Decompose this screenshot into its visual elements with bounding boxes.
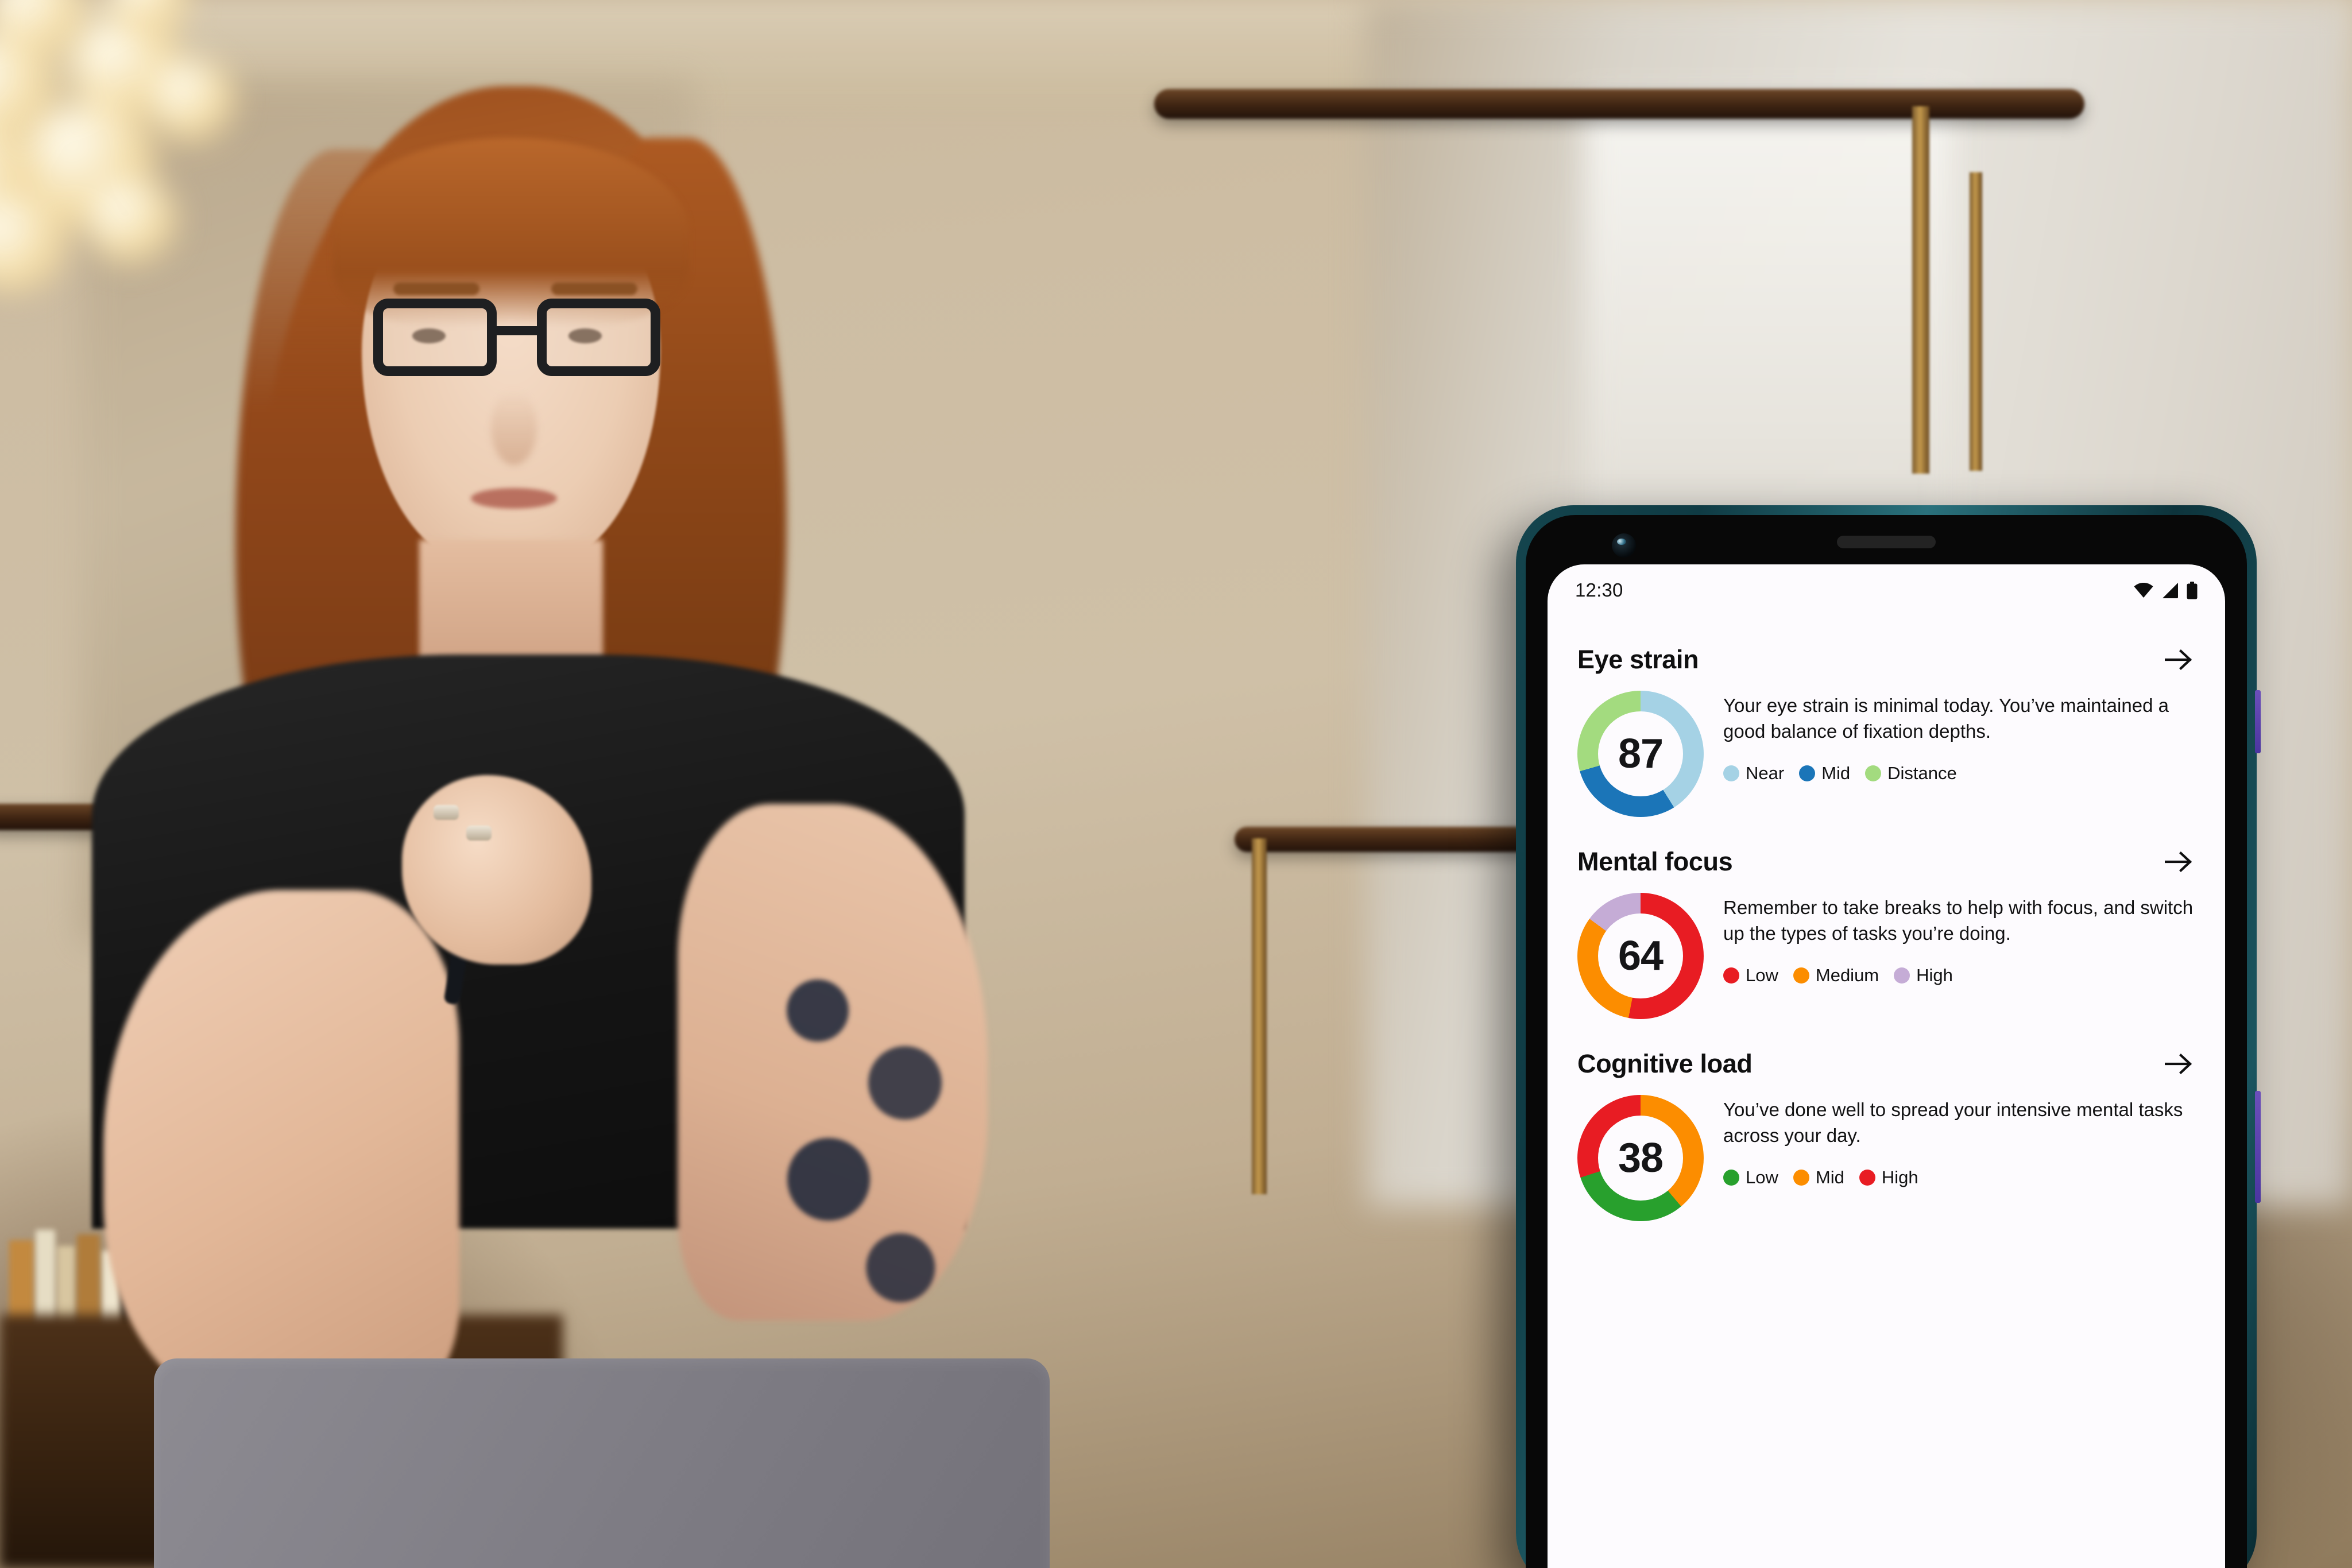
legend-color-dot [1793, 967, 1809, 984]
legend-item: Low [1723, 965, 1778, 986]
volume-button[interactable] [2255, 1091, 2261, 1203]
legend-label: High [1881, 1167, 1918, 1187]
legend-label: Low [1746, 965, 1778, 985]
legend-item: Mid [1793, 1167, 1844, 1188]
barre-post-2 [1970, 172, 1982, 471]
mouth [471, 488, 557, 509]
barre-post-1 [1912, 106, 1929, 474]
cellular-signal-icon [2163, 582, 2178, 598]
wall-barre-top-right [1154, 89, 2084, 119]
donut-chart-mental-focus: 64 [1577, 893, 1704, 1019]
card-body: 87 Your eye strain is minimal today. You… [1577, 682, 2195, 817]
card-description: Remember to take breaks to help with foc… [1723, 897, 2194, 944]
arrow-right-icon [2165, 649, 2192, 670]
score-value: 38 [1618, 1135, 1664, 1181]
insights-list: Eye strain 87 Your eye strain is minimal… [1548, 631, 2225, 1237]
donut-chart-eye-strain: 87 [1577, 691, 1704, 817]
phone-screen: 12:30 Eye strain 87 Your eye strain is m… [1548, 564, 2225, 1568]
arrow-right-icon [2165, 1054, 2192, 1074]
legend-label: Mid [1815, 1167, 1844, 1187]
earpiece-speaker [1837, 536, 1936, 548]
card-open-button[interactable] [2163, 644, 2195, 676]
legend-label: Distance [1887, 762, 1957, 783]
lens-left [373, 299, 497, 376]
legend-item: Medium [1793, 965, 1879, 986]
card-legend: Low Mid High [1723, 1167, 2195, 1188]
card-open-button[interactable] [2163, 1048, 2195, 1080]
card-open-button[interactable] [2163, 846, 2195, 878]
ring-2 [466, 826, 492, 841]
card-text-column: Remember to take breaks to help with foc… [1723, 893, 2195, 986]
glasses-bridge [497, 326, 537, 335]
card-title: Cognitive load [1577, 1049, 1753, 1078]
legend-color-dot [1723, 967, 1739, 984]
legend-color-dot [1799, 765, 1816, 781]
legend-item: High [1859, 1167, 1918, 1188]
phone-mockup: 12:30 Eye strain 87 Your eye strain is m… [1516, 505, 2261, 1568]
wifi-icon [2134, 583, 2153, 598]
lens-right [537, 299, 660, 376]
wall-barre-right [1235, 827, 1533, 852]
legend-color-dot [1723, 1169, 1739, 1186]
phone-bezel: 12:30 Eye strain 87 Your eye strain is m… [1526, 515, 2247, 1568]
person-at-laptop [92, 69, 1148, 1568]
card-header[interactable]: Eye strain [1577, 631, 2195, 682]
donut-center: 38 [1598, 1116, 1683, 1201]
card-eye-strain[interactable]: Eye strain 87 Your eye strain is minimal… [1577, 631, 2195, 817]
donut-center: 87 [1598, 711, 1683, 796]
battery-icon [2187, 581, 2198, 599]
legend-label: Low [1746, 1167, 1778, 1187]
laptop-lid [154, 1358, 1050, 1568]
legend-label: Mid [1821, 762, 1851, 783]
power-button[interactable] [2255, 690, 2261, 753]
barre-post-3 [1252, 838, 1267, 1194]
ring-1 [434, 805, 459, 820]
arrow-right-icon [2165, 851, 2192, 872]
status-clock: 12:30 [1575, 579, 1623, 601]
legend-color-dot [1859, 1169, 1875, 1186]
card-legend: Near Mid Distance [1723, 763, 2195, 784]
legend-item: Near [1723, 763, 1784, 784]
screenshot-scene: 12:30 Eye strain 87 Your eye strain is m… [0, 0, 2352, 1568]
legend-color-dot [1793, 1169, 1809, 1186]
card-legend: Low Medium High [1723, 965, 2195, 986]
card-body: 64 Remember to take breaks to help with … [1577, 884, 2195, 1019]
legend-color-dot [1865, 765, 1882, 781]
card-title: Eye strain [1577, 645, 1699, 674]
card-mental-focus[interactable]: Mental focus 64 Remember to take breaks … [1577, 833, 2195, 1019]
score-value: 64 [1618, 933, 1664, 979]
arm-left [103, 890, 459, 1407]
card-body: 38 You’ve done well to spread your inten… [1577, 1086, 2195, 1221]
eyebrow-left [393, 282, 479, 295]
card-text-column: You’ve done well to spread your intensiv… [1723, 1095, 2195, 1188]
legend-label: High [1916, 965, 1953, 985]
card-cognitive-load[interactable]: Cognitive load 38 You’ve done well to sp… [1577, 1035, 2195, 1221]
eyeglasses [373, 299, 660, 385]
eyebrow-right [551, 282, 637, 295]
legend-item: High [1894, 965, 1953, 986]
card-text-column: Your eye strain is minimal today. You’ve… [1723, 691, 2195, 784]
nose [491, 390, 537, 465]
status-bar: 12:30 [1548, 579, 2225, 601]
legend-item: Low [1723, 1167, 1778, 1188]
legend-item: Mid [1799, 763, 1850, 784]
floral-tattoo [752, 930, 970, 1332]
card-description: Your eye strain is minimal today. You’ve… [1723, 695, 2169, 742]
legend-label: Medium [1815, 965, 1879, 985]
card-header[interactable]: Mental focus [1577, 833, 2195, 884]
donut-center: 64 [1598, 913, 1683, 998]
legend-label: Near [1746, 762, 1785, 783]
score-value: 87 [1618, 731, 1664, 777]
donut-chart-cognitive-load: 38 [1577, 1095, 1704, 1221]
legend-color-dot [1723, 765, 1739, 781]
card-title: Mental focus [1577, 847, 1733, 876]
status-icon-group [2134, 581, 2198, 599]
legend-color-dot [1894, 967, 1910, 984]
card-description: You’ve done well to spread your intensiv… [1723, 1099, 2183, 1146]
card-header[interactable]: Cognitive load [1577, 1035, 2195, 1086]
front-camera-icon [1612, 533, 1636, 557]
legend-item: Distance [1865, 763, 1957, 784]
